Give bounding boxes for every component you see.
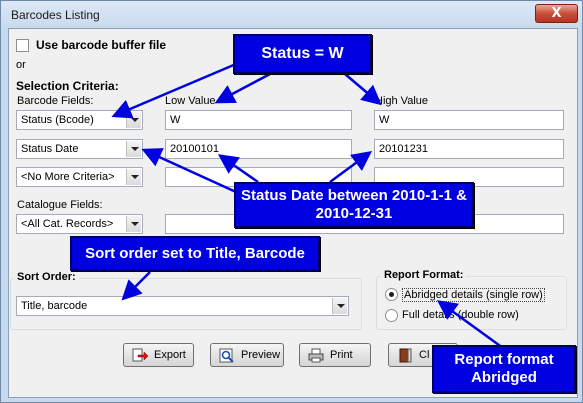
catalogue-field-value: <All Cat. Records> bbox=[21, 218, 114, 230]
barcode-field-select-2[interactable]: Status Date bbox=[16, 139, 143, 159]
preview-label: Preview bbox=[241, 349, 281, 361]
full-details-radio[interactable] bbox=[385, 309, 398, 322]
catalogue-field-select[interactable]: <All Cat. Records> bbox=[16, 214, 143, 234]
close-window-button[interactable]: X bbox=[535, 4, 578, 23]
buffer-label: Use barcode buffer file bbox=[36, 38, 167, 52]
window-title: Barcodes Listing bbox=[11, 8, 100, 22]
buffer-checkbox[interactable] bbox=[16, 39, 29, 52]
door-exit-icon bbox=[399, 348, 412, 363]
barcode-field-select-3[interactable]: <No More Criteria> bbox=[16, 167, 143, 187]
preview-icon bbox=[219, 348, 234, 363]
sort-order-value: Title, barcode bbox=[21, 300, 88, 312]
report-format-group bbox=[376, 276, 567, 330]
callout-report-format: Report format Abridged bbox=[432, 345, 576, 393]
or-text: or bbox=[16, 59, 26, 71]
low-value-input-2[interactable]: 20100101 bbox=[165, 139, 352, 159]
printer-icon bbox=[308, 348, 324, 363]
export-label: Export bbox=[154, 349, 186, 361]
preview-button[interactable]: Preview bbox=[210, 343, 284, 367]
chevron-down-icon[interactable] bbox=[126, 169, 141, 185]
report-format-title: Report Format: bbox=[381, 269, 467, 281]
sort-order-title: Sort Order: bbox=[14, 271, 79, 283]
full-details-label[interactable]: Full details (double row) bbox=[402, 309, 519, 321]
print-label: Print bbox=[330, 349, 353, 361]
barcode-field-value-1: Status (Bcode) bbox=[21, 114, 94, 126]
sort-order-select[interactable]: Title, barcode bbox=[16, 296, 349, 316]
barcode-fields-label: Barcode Fields: bbox=[17, 95, 94, 107]
barcode-field-value-2: Status Date bbox=[21, 143, 79, 155]
selection-criteria-title: Selection Criteria: bbox=[16, 79, 119, 93]
radio-selected-dot bbox=[389, 292, 394, 297]
low-value-input-1[interactable]: W bbox=[165, 110, 352, 130]
callout-status: Status = W bbox=[233, 34, 372, 74]
export-icon bbox=[132, 348, 148, 362]
catalogue-fields-label: Catalogue Fields: bbox=[17, 199, 103, 211]
abridged-radio[interactable] bbox=[385, 288, 398, 301]
chevron-down-icon[interactable] bbox=[126, 216, 141, 232]
callout-status-date: Status Date between 2010-1-1 & 2010-12-3… bbox=[234, 182, 474, 228]
chevron-down-icon[interactable] bbox=[126, 141, 141, 157]
chevron-down-icon[interactable] bbox=[332, 298, 347, 314]
abridged-label[interactable]: Abridged details (single row) bbox=[402, 288, 545, 302]
barcode-field-select-1[interactable]: Status (Bcode) bbox=[16, 110, 143, 130]
high-value-label: High Value bbox=[375, 95, 428, 107]
chevron-down-icon[interactable] bbox=[126, 112, 141, 128]
high-value-input-1[interactable]: W bbox=[374, 110, 564, 130]
low-value-label: Low Value bbox=[165, 95, 216, 107]
title-bar[interactable]: Barcodes Listing X bbox=[2, 2, 581, 28]
close-label: Cl bbox=[419, 349, 430, 361]
print-button[interactable]: Print bbox=[299, 343, 371, 367]
export-button[interactable]: Export bbox=[123, 343, 194, 367]
barcode-field-value-3: <No More Criteria> bbox=[21, 171, 115, 183]
high-value-input-2[interactable]: 20101231 bbox=[374, 139, 564, 159]
callout-sort-order: Sort order set to Title, Barcode bbox=[70, 236, 320, 271]
